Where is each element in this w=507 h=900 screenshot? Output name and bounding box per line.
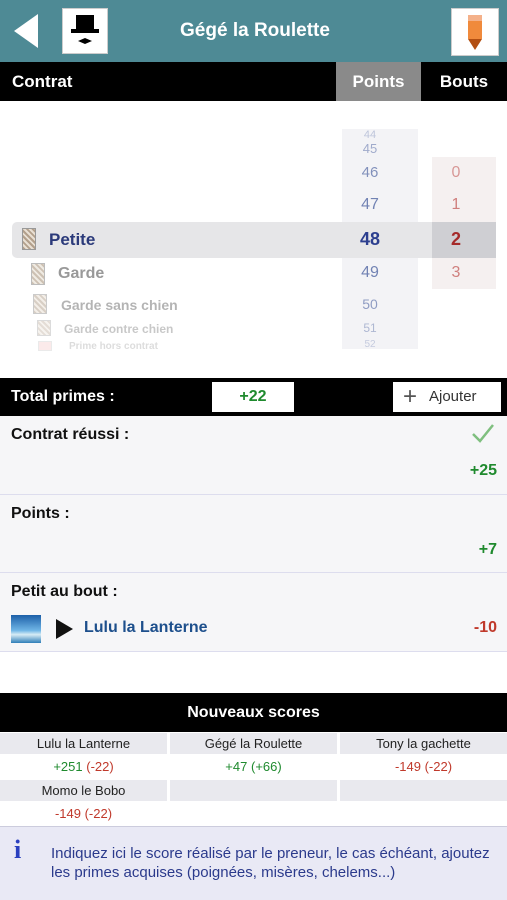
points-option[interactable]: 46 (342, 164, 398, 181)
points-option[interactable]: 52 (342, 339, 398, 350)
back-arrow-icon[interactable] (10, 12, 44, 50)
points-option[interactable]: 50 (342, 296, 398, 312)
contract-option[interactable]: Prime hors contrat (69, 341, 158, 352)
contract-option[interactable]: Garde contre chien (64, 322, 173, 336)
page-title: Gégé la Roulette (180, 20, 330, 41)
petit-au-bout-section: Petit au bout : Lulu la Lanterne -10 (0, 573, 507, 652)
checkmark-icon (471, 422, 495, 449)
info-panel: i Indiquez ici le score réalisé par le p… (0, 826, 507, 900)
points-option[interactable]: 45 (342, 141, 398, 156)
bouts-selected[interactable]: 2 (432, 229, 480, 250)
player-name: Lulu la Lanterne (0, 733, 167, 754)
score-value: -149 (54, 806, 81, 821)
garde-contre-chien-card-icon (37, 320, 51, 336)
top-bar: Gégé la Roulette (0, 0, 507, 62)
prime-card-icon (38, 341, 52, 351)
bouts-option[interactable]: 1 (432, 196, 480, 214)
add-prime-label: Ajouter (429, 388, 477, 405)
contract-option[interactable]: Garde (58, 265, 104, 283)
player-score: -149 (-22) (0, 802, 167, 826)
contract-selected[interactable]: Petite (49, 230, 95, 250)
player-name: Tony la gachette (340, 733, 507, 754)
player-score: +47 (+66) (170, 755, 337, 779)
player-name: Gégé la Roulette (170, 733, 337, 754)
score-value: +251 (53, 759, 83, 774)
points-section: Points : +7 (0, 495, 507, 573)
petite-card-icon (22, 228, 36, 250)
score-delta: (+66) (250, 759, 282, 774)
petit-au-bout-player[interactable]: Lulu la Lanterne (84, 619, 208, 637)
contrat-reussi-label: Contrat réussi : (11, 426, 130, 443)
points-option[interactable]: 51 (342, 321, 398, 335)
score-value: -149 (394, 759, 421, 774)
total-primes-value: +22 (212, 382, 294, 412)
score-delta: (-22) (84, 806, 113, 821)
score-value: +47 (225, 759, 248, 774)
play-icon[interactable] (54, 618, 74, 645)
bouts-option[interactable]: 0 (432, 164, 480, 182)
score-delta: (-22) (86, 759, 114, 774)
contrat-reussi-value: +25 (469, 462, 497, 479)
points-selected[interactable]: 48 (342, 229, 398, 250)
tab-bouts[interactable]: Bouts (421, 62, 507, 101)
points-label: Points : (11, 505, 70, 522)
points-option[interactable]: 44 (342, 129, 398, 141)
player-score: -149 (-22) (340, 755, 507, 779)
score-picker[interactable]: 44 45 46 47 48 49 50 51 52 0 1 2 3 Petit… (0, 101, 507, 377)
add-prime-button[interactable]: + Ajouter (393, 382, 501, 412)
player-name: Momo le Bobo (0, 780, 167, 801)
petit-au-bout-value: -10 (473, 619, 497, 636)
garde-sans-chien-card-icon (33, 294, 47, 314)
points-option[interactable]: 49 (342, 264, 398, 282)
tab-points[interactable]: Points (336, 62, 421, 101)
contrat-reussi-section: Contrat réussi : +25 (0, 416, 507, 495)
garde-card-icon (31, 263, 45, 285)
primes-bar: Total primes : +22 + Ajouter (0, 378, 507, 416)
nouveaux-scores-header: Nouveaux scores (0, 693, 507, 732)
player-score: +251 (-22) (0, 755, 167, 779)
empty-cell (340, 780, 507, 801)
pencil-icon[interactable] (451, 8, 499, 56)
plus-icon: + (403, 383, 418, 410)
contract-option[interactable]: Garde sans chien (61, 297, 178, 313)
score-delta: (-22) (424, 759, 453, 774)
petit-au-bout-label: Petit au bout : (11, 583, 118, 600)
total-primes-label: Total primes : (11, 388, 115, 405)
top-hat-avatar-icon[interactable] (62, 8, 108, 54)
points-option[interactable]: 47 (342, 196, 398, 214)
tab-bar: Contrat Points Bouts (0, 62, 507, 101)
player-avatar (11, 615, 41, 643)
points-value: +7 (478, 541, 497, 558)
empty-cell (170, 780, 337, 801)
bouts-option[interactable]: 3 (432, 264, 480, 282)
info-icon: i (14, 835, 22, 864)
info-text: Indiquez ici le score réalisé par le pre… (51, 845, 490, 881)
tab-contrat[interactable]: Contrat (12, 72, 72, 92)
